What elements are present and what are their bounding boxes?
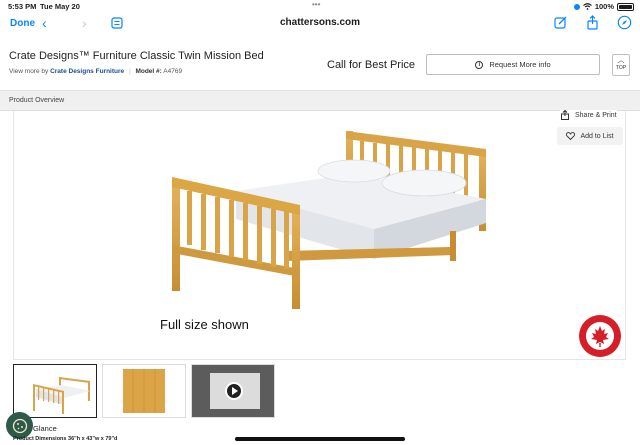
play-icon[interactable] <box>225 382 243 400</box>
battery-percent: 100% <box>594 2 614 11</box>
view-more-prefix: View more by <box>9 68 49 75</box>
toolbar-right-icons <box>553 15 632 30</box>
made-in-canada-badge <box>579 315 621 357</box>
home-indicator[interactable] <box>235 437 405 441</box>
main-product-image[interactable]: Full size shown <box>13 111 626 360</box>
browser-toolbar: Done ‹ › chattersons.com <box>0 12 640 38</box>
dimensions-label: Product Dimensions <box>13 436 67 442</box>
request-info-button[interactable]: i Request More info <box>426 54 600 75</box>
add-to-list-label: Add to List <box>580 132 614 140</box>
wifi-icon <box>582 3 592 10</box>
address-bar[interactable]: chattersons.com <box>0 17 640 28</box>
add-to-list-button[interactable]: Add to List <box>557 127 623 145</box>
at-a-glance-heading: Glance <box>33 424 57 433</box>
status-date: Tue May 20 <box>40 2 80 11</box>
thumbnail-video[interactable] <box>191 364 275 418</box>
multitasking-dots-icon[interactable]: ••• <box>312 0 320 9</box>
product-overview-label: Product Overview <box>9 97 65 104</box>
product-overview-tab[interactable]: Product Overview <box>0 90 640 111</box>
compass-icon[interactable] <box>617 15 632 30</box>
product-dimensions: Product Dimensions 36"h x 43"w x 79"d <box>13 436 117 442</box>
thumbnail-bed[interactable] <box>13 364 97 418</box>
share-print-button[interactable]: Share & Print <box>560 110 617 120</box>
image-caption: Full size shown <box>160 317 249 332</box>
battery-icon <box>617 2 634 11</box>
thumbnail-bed-image <box>33 377 90 414</box>
info-icon: i <box>475 60 484 69</box>
markup-icon[interactable] <box>553 15 568 30</box>
brand-link[interactable]: Crate Designs Furniture <box>50 68 124 75</box>
location-icon <box>573 3 580 10</box>
share-icon <box>561 110 569 120</box>
thumbnail-wood-finish[interactable] <box>102 364 186 418</box>
heart-icon <box>566 132 576 140</box>
model-number: A4769 <box>163 68 183 75</box>
meta-divider: | <box>128 68 131 75</box>
model-label: Model #: <box>135 68 162 75</box>
share-icon[interactable] <box>585 15 600 30</box>
dimensions-value: 36"h x 43"w x 79"d <box>68 436 118 442</box>
chevron-up-icon: ︿ <box>617 57 625 64</box>
bed-photo <box>172 131 486 309</box>
status-bar: 5:53 PM Tue May 20 ••• 100% <box>0 0 640 12</box>
cookie-icon <box>12 418 27 433</box>
status-right: 100% <box>573 2 634 11</box>
cookie-settings-button[interactable] <box>6 412 33 439</box>
thumbnail-strip <box>13 364 275 418</box>
thumbnail-wood-image <box>123 369 165 413</box>
share-print-label: Share & Print <box>575 111 617 119</box>
back-to-top-button[interactable]: ︿ TOP <box>612 54 630 76</box>
product-meta: View more by Crate Designs Furniture | M… <box>9 68 182 75</box>
product-title: Crate Designs™ Furniture Classic Twin Mi… <box>9 50 264 62</box>
top-label: TOP <box>615 65 627 71</box>
status-time: 5:53 PM <box>8 2 37 11</box>
request-info-label: Request More info <box>489 60 551 69</box>
price-text: Call for Best Price <box>327 59 416 71</box>
